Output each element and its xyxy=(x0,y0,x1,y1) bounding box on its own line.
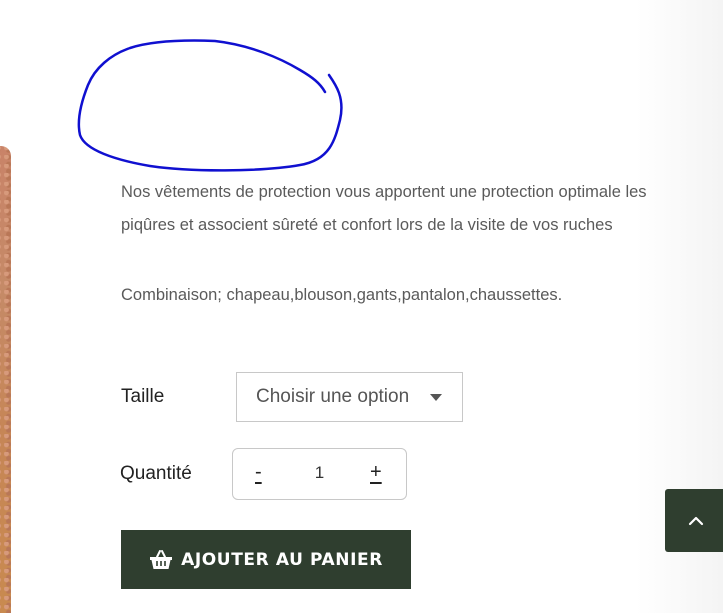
basket-icon xyxy=(150,549,173,569)
chevron-down-icon xyxy=(430,394,442,401)
pen-annotation-scribble xyxy=(77,39,343,172)
size-select[interactable]: Choisir une option xyxy=(236,372,463,422)
quantity-label: Quantité xyxy=(120,463,192,484)
chevron-up-icon xyxy=(688,516,704,525)
product-image-edge xyxy=(0,146,11,613)
add-to-cart-button[interactable]: AJOUTER AU PANIER xyxy=(121,530,411,589)
size-label: Taille xyxy=(121,386,165,407)
quantity-stepper[interactable]: - 1 + xyxy=(232,448,407,500)
scroll-to-top-button[interactable] xyxy=(665,489,723,552)
add-to-cart-label: AJOUTER AU PANIER xyxy=(181,549,383,570)
product-description: Nos vêtements de protection vous apporte… xyxy=(121,183,647,234)
product-composition: Combinaison; chapeau,blouson,gants,panta… xyxy=(121,286,563,304)
size-select-value: Choisir une option xyxy=(256,386,410,407)
quantity-increase-button[interactable]: + xyxy=(370,461,382,484)
